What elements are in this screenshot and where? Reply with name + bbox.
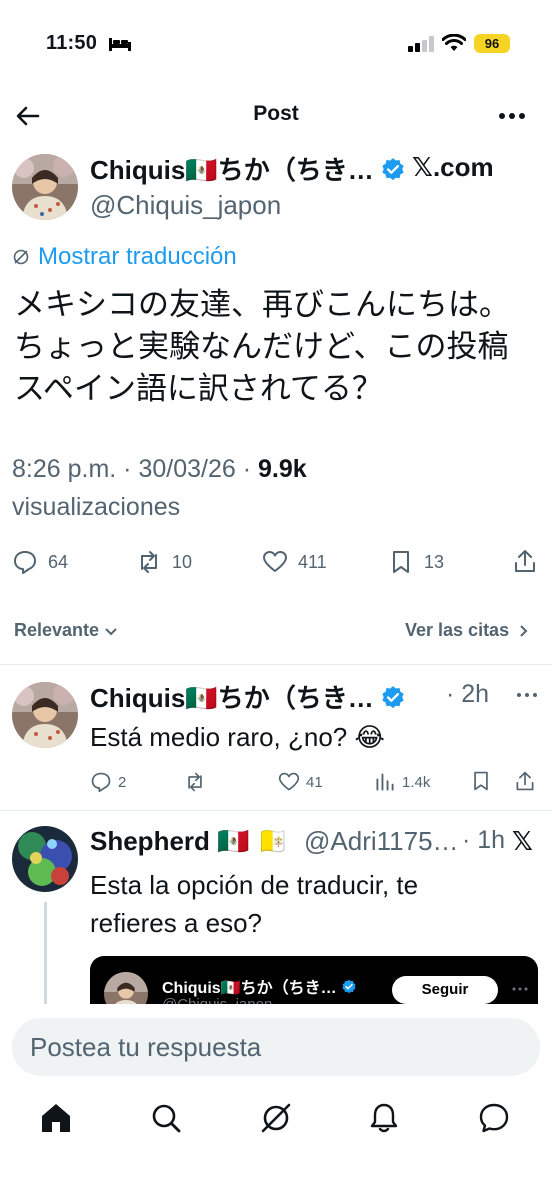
- repost-icon: [141, 551, 157, 573]
- post-text-line: ちょっと実験なんだけど、この投稿: [14, 329, 509, 365]
- reply-text-line: Esta la opción de traducir, te: [90, 870, 419, 900]
- embed-display-name: Chiquis🇲🇽ちか（ちき…: [162, 974, 357, 998]
- divider: [0, 810, 552, 811]
- avatar-photo: [12, 154, 78, 220]
- reply-author-avatar[interactable]: [12, 682, 78, 748]
- post-text-line: メキシコの友達、再びこんにちは。: [14, 287, 510, 323]
- reply-button[interactable]: 64: [12, 548, 68, 576]
- reply-button[interactable]: 2: [90, 770, 126, 794]
- post-text-line: スペイン語に訳されてる？: [14, 371, 383, 407]
- show-translation-link[interactable]: Mostrar traducción: [12, 243, 237, 271]
- reply-text-line: refieres a eso?: [90, 908, 262, 938]
- more-options-icon: [512, 987, 528, 991]
- author-name[interactable]: Chiquis🇲🇽ちか（ちき…: [90, 150, 406, 187]
- views-count: 1.4k: [402, 773, 431, 791]
- back-arrow-icon[interactable]: [14, 102, 42, 130]
- grok-icon[interactable]: [258, 1100, 294, 1136]
- search-icon[interactable]: [148, 1100, 184, 1136]
- view-quotes-label: Ver las citas: [405, 620, 510, 640]
- like-count: 411: [298, 551, 327, 572]
- bookmark-icon: [393, 551, 409, 573]
- author-handle[interactable]: @Chiquis_japon: [90, 190, 281, 221]
- reply-icon: [91, 772, 111, 793]
- views-count: 9.9k: [257, 455, 307, 483]
- repost-count: 10: [172, 551, 193, 572]
- heart-icon: [278, 772, 300, 791]
- cellular-signal-icon: [408, 36, 434, 52]
- heart-icon: [263, 551, 287, 572]
- x-logo: 𝕏: [512, 826, 533, 856]
- post-text: メキシコの友達、再びこんにちは。 ちょっと実験なんだけど、この投稿 スペイン語に…: [14, 284, 544, 410]
- repost-button[interactable]: [184, 770, 212, 794]
- home-icon[interactable]: [38, 1100, 74, 1136]
- share-icon[interactable]: [512, 548, 538, 574]
- like-count: 41: [306, 773, 323, 791]
- reply-count: 64: [48, 551, 69, 572]
- sort-label: Relevante: [14, 620, 100, 640]
- sort-dropdown[interactable]: Relevante: [14, 620, 119, 641]
- repost-button[interactable]: 10: [136, 548, 192, 576]
- reply-author-avatar[interactable]: [12, 826, 78, 892]
- more-options-icon[interactable]: [516, 690, 538, 700]
- reply-icon: [14, 551, 36, 574]
- page-title: Post: [253, 102, 299, 125]
- source-label[interactable]: 𝕏.com: [412, 152, 494, 183]
- more-options-icon[interactable]: [496, 104, 528, 128]
- reply-author-handle[interactable]: @Adri1175…: [304, 826, 459, 857]
- reply-text: Esta la opción de traducir, te refieres …: [90, 866, 530, 942]
- chevron-down-icon: [105, 627, 117, 635]
- divider: [0, 664, 552, 665]
- reply-text: Está medio raro, ¿no? 😂: [90, 722, 385, 752]
- avatar-artwork: [12, 826, 78, 892]
- views-label: visualizaciones: [12, 493, 181, 521]
- sleep-focus-icon: [109, 38, 131, 51]
- reply-input[interactable]: Postea tu respuesta: [12, 1018, 540, 1076]
- like-button[interactable]: 411: [262, 548, 327, 576]
- repost-icon: [188, 772, 202, 792]
- status-time: 11:50: [46, 32, 98, 54]
- reply-time: · 2h: [446, 680, 490, 708]
- share-icon[interactable]: [514, 770, 536, 792]
- wifi-icon: [442, 34, 466, 51]
- bookmark-count: 13: [424, 551, 445, 572]
- notifications-icon[interactable]: [366, 1100, 402, 1136]
- verified-badge-icon: [342, 979, 356, 994]
- bookmark-button[interactable]: 13: [388, 548, 444, 576]
- author-display-name[interactable]: Chiquis🇲🇽ちか（ちき…: [90, 155, 374, 185]
- verified-badge-icon: [382, 158, 404, 181]
- reply-count: 2: [118, 773, 127, 791]
- views-button[interactable]: 1.4k: [374, 770, 430, 794]
- view-quotes-link[interactable]: Ver las citas: [405, 620, 531, 641]
- show-translation-label: Mostrar traducción: [38, 243, 237, 270]
- bookmark-icon[interactable]: [470, 770, 492, 792]
- verified-badge-icon: [382, 686, 404, 709]
- views-chart-icon: [376, 773, 394, 791]
- follow-button: Seguir: [392, 976, 498, 1004]
- translate-icon: [13, 249, 29, 265]
- embed-name-text: Chiquis🇲🇽ちか（ちき…: [162, 980, 337, 997]
- thread-line: [44, 902, 47, 1012]
- chevron-right-icon: [520, 624, 528, 637]
- reply-author-name[interactable]: Shepherd 🇲🇽 🇻🇦: [90, 826, 289, 857]
- messages-icon[interactable]: [476, 1100, 512, 1136]
- post-timestamp[interactable]: 8:26 p.m. · 30/03/26 ·: [12, 455, 258, 483]
- post-metadata: 8:26 p.m. · 30/03/26 · 9.9k visualizacio…: [12, 450, 512, 526]
- author-avatar[interactable]: [12, 154, 78, 220]
- reply-author-name[interactable]: Chiquis🇲🇽ちか（ちき…: [90, 678, 406, 715]
- like-button[interactable]: 41: [278, 770, 323, 794]
- avatar-photo: [12, 682, 78, 748]
- reply-display-name: Chiquis🇲🇽ちか（ちき…: [90, 683, 374, 713]
- reply-time: · 1h: [462, 826, 506, 854]
- battery-indicator: 96: [474, 34, 510, 53]
